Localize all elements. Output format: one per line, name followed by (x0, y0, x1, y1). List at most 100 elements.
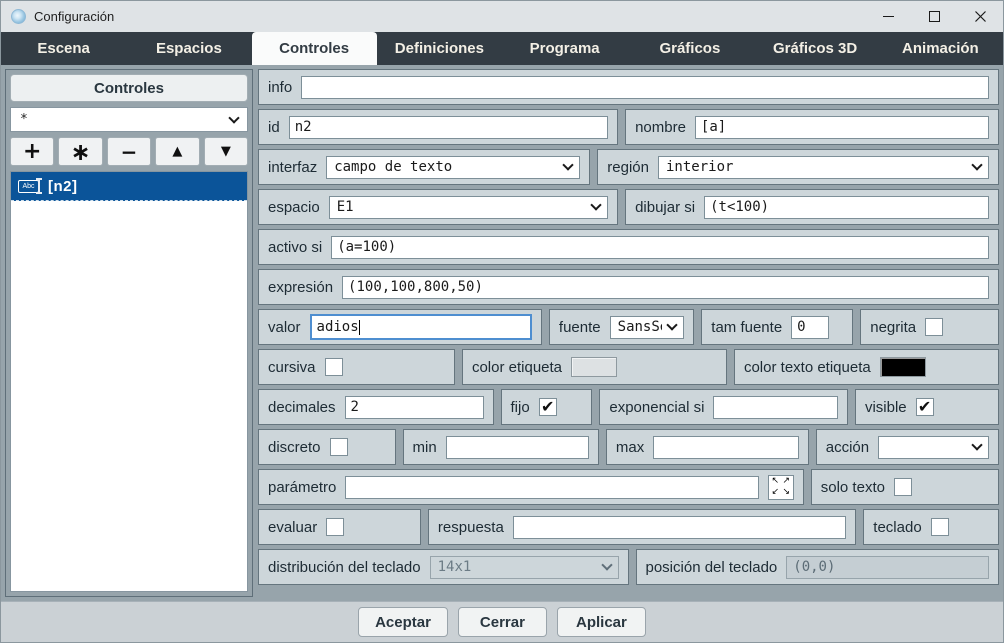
respuesta-input[interactable] (512, 515, 847, 539)
panel-title: Controles (10, 74, 248, 102)
activo-si-input[interactable] (331, 235, 989, 259)
field-distribucion-teclado: distribución del teclado 14x1 (258, 549, 629, 585)
tab-animacion[interactable]: Animación (878, 32, 1003, 65)
expand-editor-button[interactable]: ↖ ↗ ↙ ↘ (767, 474, 794, 500)
accion-select[interactable] (878, 435, 989, 459)
aplicar-button[interactable]: Aplicar (556, 607, 646, 637)
chevron-down-icon (971, 439, 983, 451)
close-button[interactable] (957, 1, 1003, 32)
aceptar-button[interactable]: Aceptar (358, 607, 448, 637)
list-item-label: [n2] (48, 177, 78, 195)
ibeam-icon (36, 178, 42, 194)
tab-espacios[interactable]: Espacios (126, 32, 251, 65)
tab-programa[interactable]: Programa (502, 32, 627, 65)
espacio-value: E1 (336, 199, 354, 215)
move-down-button[interactable]: ▼ (203, 137, 249, 166)
tab-graficos[interactable]: Gráficos (627, 32, 752, 65)
visible-checkbox[interactable]: ✔ (915, 398, 934, 416)
field-min: min (402, 429, 599, 465)
field-accion: acción (815, 429, 999, 465)
evaluar-checkbox[interactable] (326, 518, 345, 536)
teclado-label: teclado (873, 518, 922, 536)
parametro-input[interactable] (345, 475, 759, 499)
fuente-select[interactable]: SansSeri (609, 315, 685, 339)
tam-fuente-input[interactable] (791, 315, 830, 339)
field-dibujar-si: dibujar si (625, 189, 999, 225)
color-etiqueta-swatch[interactable] (571, 357, 618, 377)
valor-input[interactable]: adios (309, 314, 532, 340)
decimales-input[interactable] (344, 395, 484, 419)
tab-definiciones[interactable]: Definiciones (377, 32, 502, 65)
remove-control-button[interactable]: − (106, 137, 152, 166)
minimize-button[interactable] (865, 1, 911, 32)
region-select[interactable]: interior (658, 155, 989, 179)
form-row-cursiva-colores: cursiva color etiqueta color texto etiqu… (258, 349, 999, 385)
fijo-label: fijo (510, 398, 530, 416)
interfaz-value: campo de texto (334, 159, 453, 175)
field-posicion-teclado: posición del teclado (0,0) (635, 549, 999, 585)
negrita-checkbox[interactable] (925, 318, 944, 336)
field-max: max (605, 429, 809, 465)
decimales-label: decimales (268, 398, 336, 416)
text-caret (358, 319, 360, 335)
dialog-footer: Aceptar Cerrar Aplicar (1, 601, 1003, 642)
controls-list[interactable]: Abc [n2] (10, 171, 248, 592)
color-etiqueta-label: color etiqueta (471, 358, 563, 376)
parametro-label: parámetro (268, 478, 337, 496)
expand-icon: ↘ (782, 486, 791, 497)
maximize-button[interactable] (911, 1, 957, 32)
solo-texto-checkbox[interactable] (893, 478, 912, 496)
tam-fuente-label: tam fuente (711, 318, 783, 336)
list-item-n2[interactable]: Abc [n2] (11, 172, 247, 201)
nombre-input[interactable] (694, 115, 989, 139)
filter-value: * (20, 112, 28, 127)
form-row-espacio-dibujar: espacio E1 dibujar si (258, 189, 999, 225)
form-row-discreto-minmax: discreto min max acción (258, 429, 999, 465)
cursiva-label: cursiva (268, 358, 316, 376)
interfaz-select[interactable]: campo de texto (326, 155, 581, 179)
chevron-down-icon (971, 159, 983, 171)
info-input[interactable] (301, 75, 989, 99)
main-area: Controles * + ∗ − ▲ ▼ Abc [n2] info id n… (1, 65, 1003, 601)
distribucion-teclado-value: 14x1 (437, 559, 472, 575)
max-input[interactable] (653, 435, 799, 459)
exponencial-si-input[interactable] (713, 395, 838, 419)
min-label: min (412, 438, 437, 456)
nombre-label: nombre (635, 118, 686, 136)
discreto-checkbox[interactable] (329, 438, 348, 456)
dibujar-si-input[interactable] (704, 195, 989, 219)
expresion-input[interactable] (342, 275, 989, 299)
fuente-value: SansSeri (617, 319, 663, 335)
field-exponencial-si: exponencial si (599, 389, 848, 425)
move-up-button[interactable]: ▲ (155, 137, 200, 166)
distribucion-teclado-label: distribución del teclado (268, 558, 421, 576)
region-value: interior (666, 159, 734, 175)
field-region: región interior (597, 149, 999, 185)
control-filter-select[interactable]: * (10, 107, 248, 132)
respuesta-label: respuesta (437, 518, 504, 536)
min-input[interactable] (445, 435, 589, 459)
field-expresion: expresión (258, 269, 999, 305)
tab-escena[interactable]: Escena (1, 32, 126, 65)
form-row-id-nombre: id nombre (258, 109, 999, 145)
espacio-select[interactable]: E1 (328, 195, 609, 219)
tab-controles[interactable]: Controles (251, 32, 377, 65)
cerrar-button[interactable]: Cerrar (457, 607, 547, 637)
expand-icon: ↗ (782, 476, 791, 487)
copy-control-button[interactable]: ∗ (58, 137, 103, 166)
add-control-button[interactable]: + (10, 137, 55, 166)
solo-texto-label: solo texto (820, 478, 885, 496)
color-texto-etiqueta-swatch[interactable] (879, 357, 926, 377)
valor-value: adios (316, 319, 359, 335)
teclado-checkbox[interactable] (930, 518, 949, 536)
color-texto-etiqueta-label: color texto etiqueta (743, 358, 871, 376)
form-row-activo: activo si (258, 229, 999, 265)
espacio-label: espacio (268, 198, 320, 216)
id-input[interactable] (288, 115, 609, 139)
cursiva-checkbox[interactable] (324, 358, 343, 376)
tab-graficos-3d[interactable]: Gráficos 3D (753, 32, 878, 65)
posicion-teclado-value: (0,0) (793, 559, 836, 575)
form-row-decimales: decimales fijo ✔ exponencial si visible … (258, 389, 1000, 425)
expand-icon: ↖ (771, 476, 780, 487)
fijo-checkbox[interactable]: ✔ (538, 398, 557, 416)
